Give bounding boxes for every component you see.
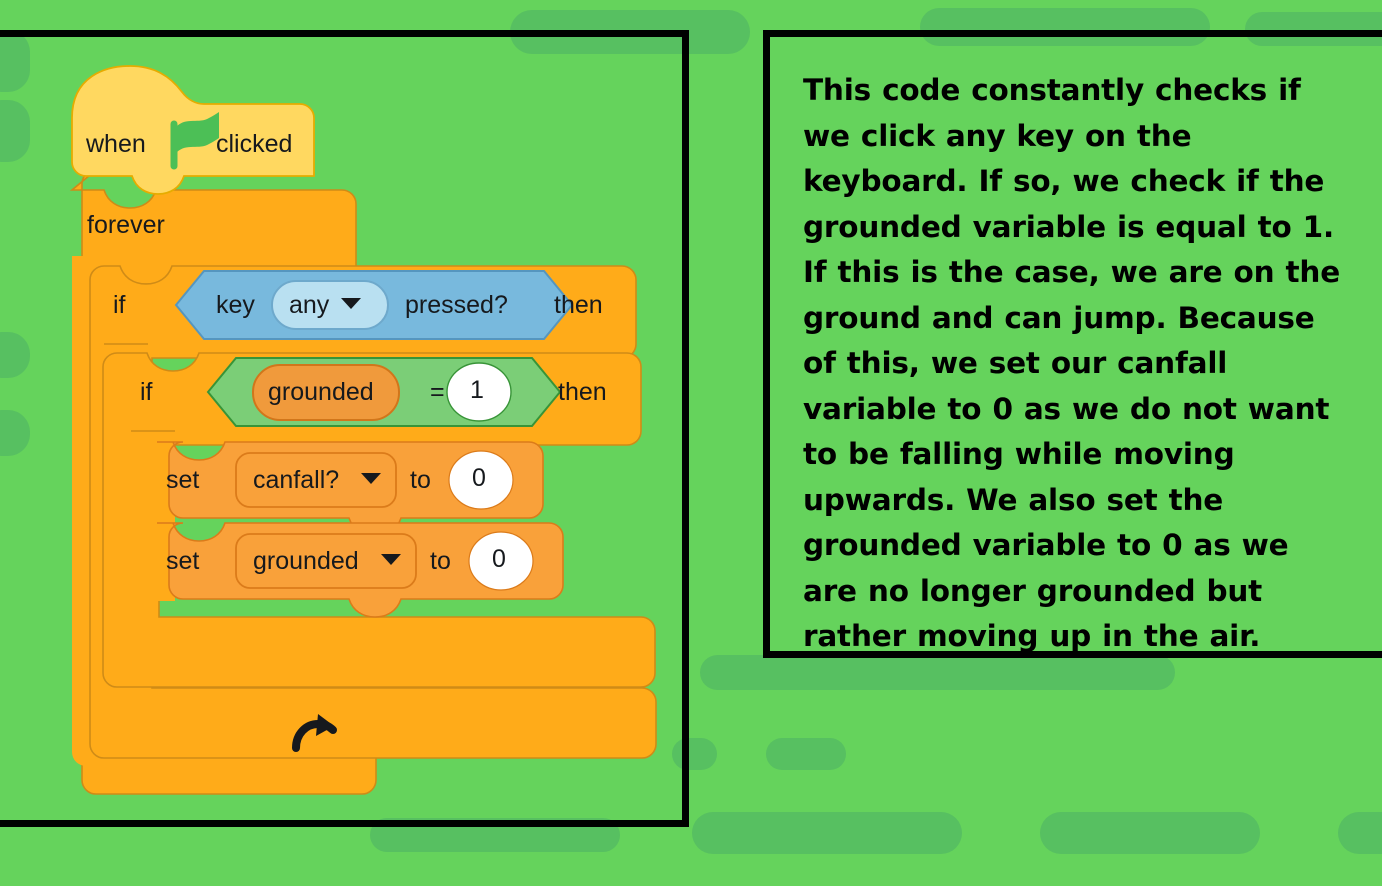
notes-body-text: This code constantly checks if we click … [803, 73, 1340, 653]
canfall-value-input[interactable] [448, 450, 514, 510]
chevron-down-icon-canfall[interactable] [361, 473, 381, 484]
background-blob [700, 655, 1175, 690]
background-blob [1040, 812, 1260, 854]
background-blob [692, 812, 962, 854]
key-pressed-boolean-block[interactable] [174, 270, 574, 340]
grounded-value-input[interactable] [468, 531, 534, 591]
key-dropdown-field[interactable] [271, 280, 389, 330]
grounded-variable-reporter[interactable] [252, 364, 400, 421]
equals-right-input[interactable] [446, 362, 512, 422]
chevron-down-icon-grounded[interactable] [381, 554, 401, 565]
chevron-down-icon[interactable] [341, 298, 361, 309]
equals-operator-block[interactable] [206, 357, 562, 427]
scratch-script: when clicked forever if key any pressed?… [0, 0, 700, 830]
background-blob [766, 738, 846, 770]
set-canfall-block[interactable] [157, 441, 544, 537]
scratch-blocks-svg [69, 65, 657, 795]
set-grounded-block[interactable] [157, 522, 564, 618]
background-blob [1338, 812, 1382, 854]
